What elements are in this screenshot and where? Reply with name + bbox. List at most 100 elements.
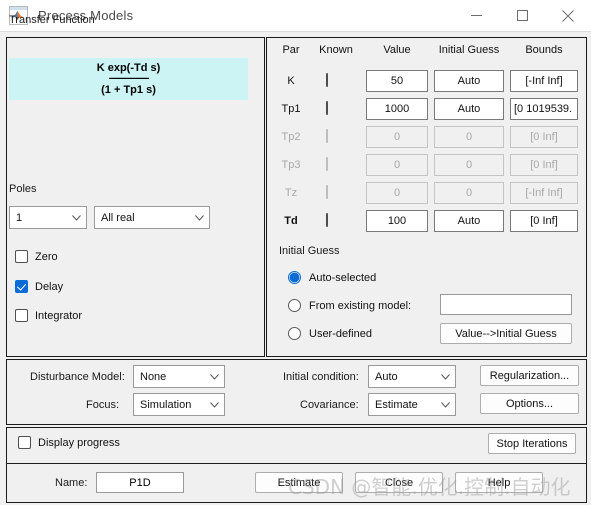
integrator-label: Integrator <box>35 309 83 322</box>
bounds-input: [0 Inf] <box>510 154 578 176</box>
radio-user-defined[interactable]: User-defined <box>288 327 372 340</box>
display-progress-label: Display progress <box>38 436 120 449</box>
options-button[interactable]: Options... <box>480 393 579 414</box>
initial-guess-input[interactable]: Auto <box>434 70 504 92</box>
focus-value: Simulation <box>140 398 192 411</box>
param-name: Td <box>284 215 298 227</box>
minimize-icon[interactable] <box>453 0 499 31</box>
table-row: K 50 Auto [-Inf Inf] <box>266 67 585 95</box>
value-input[interactable]: 100 <box>366 210 428 232</box>
poles-count-select[interactable]: 1 <box>9 206 87 229</box>
initial-guess-input[interactable]: Auto <box>434 210 504 232</box>
bounds-input[interactable]: [-Inf Inf] <box>510 70 578 92</box>
known-checkbox[interactable] <box>326 73 335 87</box>
checkbox-box <box>15 280 28 293</box>
stop-iterations-button[interactable]: Stop Iterations <box>488 433 576 454</box>
param-name: Tz <box>284 187 298 199</box>
initial-condition-value: Auto <box>375 370 398 383</box>
help-button[interactable]: Help <box>455 472 543 493</box>
table-row: Tp1 1000 Auto [0 1019539. <box>266 95 585 123</box>
param-name: Tp3 <box>281 159 301 171</box>
regularization-button[interactable]: Regularization... <box>480 365 579 386</box>
initial-guess-title: Initial Guess <box>279 245 340 257</box>
checkbox-box <box>15 250 28 263</box>
value-input: 0 <box>366 126 428 148</box>
param-name: K <box>287 75 295 87</box>
formula-denominator: (1 + Tp1 s) <box>101 84 156 96</box>
bounds-input[interactable]: [0 Inf] <box>510 210 578 232</box>
known-checkbox[interactable] <box>326 101 335 115</box>
param-name: Tp2 <box>281 131 301 143</box>
transfer-function-formula: K exp(-Td s) ----------------- (1 + Tp1 … <box>9 58 248 100</box>
zero-checkbox[interactable]: Zero <box>15 250 58 263</box>
delay-checkbox[interactable]: Delay <box>15 280 63 293</box>
radio-label: User-defined <box>309 327 372 340</box>
param-name: Tp1 <box>281 103 301 115</box>
value-input: 0 <box>366 154 428 176</box>
chevron-down-icon <box>435 401 455 408</box>
checkbox-box <box>18 436 31 449</box>
existing-model-input[interactable] <box>440 294 572 315</box>
value-input: 0 <box>366 182 428 204</box>
column-header-par: Par <box>282 44 300 56</box>
known-checkbox <box>326 129 335 143</box>
chevron-down-icon <box>189 214 209 221</box>
poles-label: Poles <box>9 183 37 195</box>
name-label: Name: <box>55 477 88 489</box>
checkbox-box <box>15 309 28 322</box>
radio-from-existing-model[interactable]: From existing model: <box>288 299 411 312</box>
value-to-initial-guess-button[interactable]: Value-->Initial Guess <box>440 323 572 344</box>
value-input[interactable]: 1000 <box>366 98 428 120</box>
initial-guess-input[interactable]: Auto <box>434 98 504 120</box>
bounds-input: [-Inf Inf] <box>510 182 578 204</box>
column-header-known: Known <box>319 44 353 56</box>
table-row: Tp2 0 0 [0 Inf] <box>266 123 585 151</box>
table-row: Td 100 Auto [0 Inf] <box>266 207 585 235</box>
known-checkbox <box>326 157 335 171</box>
initial-guess-input: 0 <box>434 154 504 176</box>
initial-condition-select[interactable]: Auto <box>368 365 456 388</box>
transfer-function-title: Transfer Function <box>9 14 95 26</box>
column-header-bounds: Bounds <box>525 44 563 56</box>
disturbance-model-label: Disturbance Model: <box>30 371 125 383</box>
column-header-initial-guess: Initial Guess <box>438 44 500 56</box>
covariance-select[interactable]: Estimate <box>368 393 456 416</box>
delay-label: Delay <box>35 280 64 293</box>
integrator-checkbox[interactable]: Integrator <box>15 309 82 322</box>
radio-button <box>288 271 301 284</box>
value-input[interactable]: 50 <box>366 70 428 92</box>
name-input[interactable]: P1D <box>96 472 184 493</box>
chevron-down-icon <box>204 401 224 408</box>
disturbance-model-select[interactable]: None <box>133 365 225 388</box>
initial-guess-input: 0 <box>434 126 504 148</box>
known-checkbox[interactable] <box>326 213 335 227</box>
covariance-label: Covariance: <box>300 399 359 411</box>
close-icon[interactable] <box>545 0 591 31</box>
radio-auto-selected[interactable]: Auto-selected <box>288 271 376 284</box>
estimate-button[interactable]: Estimate <box>255 472 343 493</box>
disturbance-model-value: None <box>140 370 167 383</box>
chevron-down-icon <box>435 373 455 380</box>
radio-label: From existing model: <box>309 299 412 312</box>
table-row: Tp3 0 0 [0 Inf] <box>266 151 585 179</box>
radio-label: Auto-selected <box>309 271 377 284</box>
chevron-down-icon <box>204 373 224 380</box>
poles-type-select[interactable]: All real <box>94 206 210 229</box>
poles-count-value: 1 <box>16 211 23 224</box>
covariance-value: Estimate <box>375 398 418 411</box>
radio-button <box>288 299 301 312</box>
focus-select[interactable]: Simulation <box>133 393 225 416</box>
close-button[interactable]: Close <box>355 472 443 493</box>
formula-divider: ----------------- <box>108 73 150 84</box>
maximize-icon[interactable] <box>499 0 545 31</box>
chevron-down-icon <box>66 214 86 221</box>
radio-button <box>288 327 301 340</box>
focus-label: Focus: <box>86 399 120 411</box>
table-row: Tz 0 0 [-Inf Inf] <box>266 179 585 207</box>
column-header-value: Value <box>383 44 411 56</box>
bounds-input: [0 Inf] <box>510 126 578 148</box>
initial-guess-input: 0 <box>434 182 504 204</box>
bounds-input[interactable]: [0 1019539. <box>510 98 578 120</box>
display-progress-checkbox[interactable]: Display progress <box>18 436 120 449</box>
initial-condition-label: Initial condition: <box>283 371 359 383</box>
